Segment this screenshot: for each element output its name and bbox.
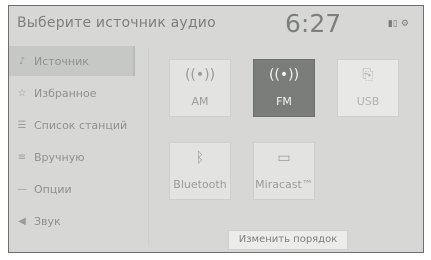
options-icon: — [17,183,27,195]
sidebar-item-manual[interactable]: ≡ Вручную [9,142,135,172]
sidebar-item-label: Источник [34,54,89,68]
header: Выберите источник аудио 6:27 ▮▯ ⚙ [9,6,423,42]
bluetooth-icon: ᛒ [195,150,205,166]
usb-icon: ⎘ [362,67,374,83]
antenna-icon: ((•)) [184,67,216,83]
source-tile-am[interactable]: ((•)) AM [169,59,231,117]
source-label: FM [276,95,292,108]
sidebar-item-label: Избранное [34,86,97,100]
sidebar-item-source[interactable]: ♪ Источник [9,46,135,76]
clock: 6:27 [285,9,342,38]
sidebar-item-options[interactable]: — Опции [9,174,135,204]
sidebar-item-sound[interactable]: ◀ Звук [9,206,135,236]
sidebar-item-station-list[interactable]: ☰ Список станций [9,110,135,140]
audio-source-screen: Выберите источник аудио 6:27 ▮▯ ⚙ ♪ Исто… [8,5,424,253]
manual-tune-icon: ≡ [17,151,27,163]
sidebar-item-favorites[interactable]: ☆ Избранное [9,78,135,108]
sidebar-item-label: Звук [34,214,61,228]
source-label: AM [191,95,209,108]
source-label: Bluetooth [173,178,227,191]
source-label: Miracast™ [255,178,313,191]
audio-source-icon: ♪ [18,55,26,67]
source-tile-miracast[interactable]: ▭ Miracast™ [253,142,315,200]
sidebar-item-label: Опции [34,182,72,196]
source-tile-bluetooth[interactable]: ᛒ Bluetooth [169,142,231,200]
status-icons: ▮▯ ⚙ [388,18,409,29]
sidebar-item-label: Вручную [34,150,85,164]
station-list-icon: ☰ [17,119,27,131]
signal-icon: ▮▯ [387,19,398,29]
source-tile-usb[interactable]: ⎘ USB [337,59,399,117]
source-tile-fm[interactable]: ((•)) FM [253,59,315,117]
sidebar: ♪ Источник ☆ Избранное ☰ Список станций … [9,46,137,252]
antenna-icon: ((•)) [268,67,300,83]
sound-icon: ◀ [18,215,26,227]
page-title: Выберите источник аудио [17,15,216,31]
divider [148,48,149,246]
source-label: USB [356,95,380,108]
settings-icon: ⚙ [400,19,409,29]
reorder-button[interactable]: Изменить порядок [228,230,348,250]
favorite-icon: ☆ [17,87,27,99]
sidebar-item-label: Список станций [34,118,128,132]
miracast-icon: ▭ [277,150,291,166]
